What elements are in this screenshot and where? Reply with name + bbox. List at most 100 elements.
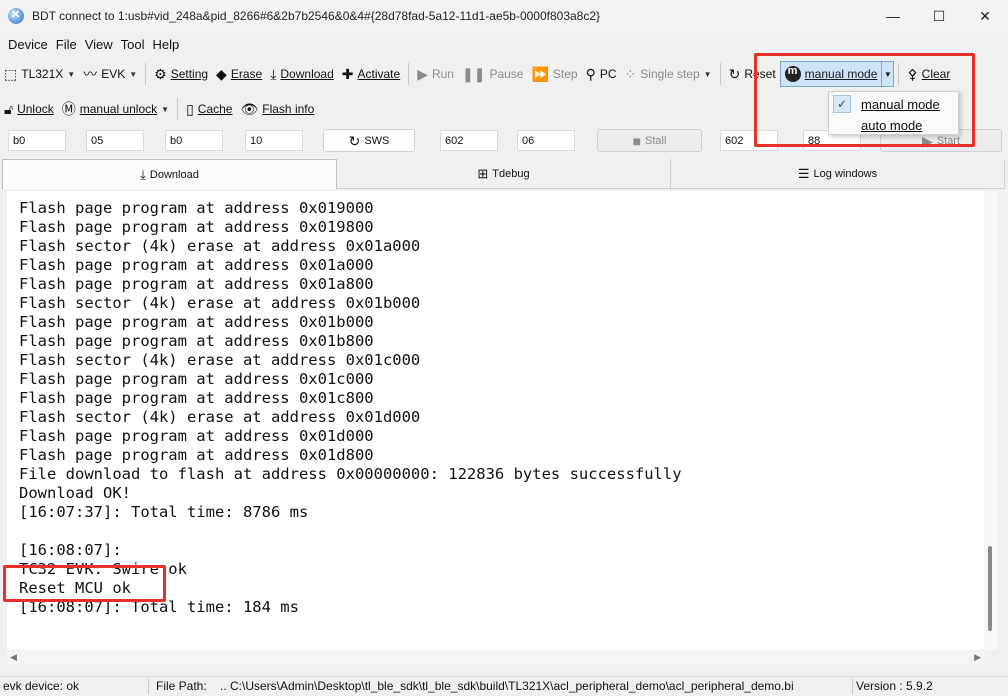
single-step-select[interactable]: ⁘ Single step ▼	[621, 61, 716, 87]
toolbar-separator	[177, 98, 179, 120]
chevron-down-icon: ▼	[129, 69, 138, 79]
eye-icon: 👁︎	[240, 101, 259, 117]
menu-view[interactable]: View	[81, 37, 117, 52]
menu-item-auto-mode[interactable]: auto mode	[829, 114, 958, 136]
activate-button[interactable]: ✚ Activate	[338, 61, 404, 87]
log-line: TC32 EVK: Swire ok	[19, 560, 187, 578]
footsteps-icon: ⁘	[624, 66, 637, 82]
log-line: Flash page program at address 0x01b000	[19, 313, 374, 331]
chip-label: TL321X	[21, 67, 64, 81]
document-icon: ▯	[186, 101, 194, 117]
scroll-right-icon[interactable]: ▶	[974, 652, 981, 663]
plus-icon: ✚	[341, 66, 354, 82]
close-button[interactable]: ✕	[962, 0, 1008, 32]
reset-button[interactable]: ↻ Reset	[725, 61, 780, 87]
stall-button[interactable]: ■ Stall	[597, 129, 702, 152]
file-path: .. C:\Users\Admin\Desktop\tl_ble_sdk\tl_…	[220, 679, 794, 693]
gear-icon: ⚙	[154, 66, 167, 82]
log-line: Flash page program at address 0x01d800	[19, 446, 374, 464]
menu-tool[interactable]: Tool	[117, 37, 149, 52]
run-label: Run	[431, 67, 454, 81]
mode-dropdown-menu: ✓ manual mode auto mode	[828, 91, 959, 135]
download-icon: ⤓	[270, 66, 277, 82]
vertical-scrollbar[interactable]	[984, 191, 997, 650]
log-line: Flash page program at address 0x01d000	[19, 427, 374, 445]
tab-download[interactable]: ⤓ Download	[2, 159, 337, 189]
check-icon: ✓	[833, 95, 851, 113]
binary-icon: ⊞	[477, 166, 489, 181]
app-logo-icon	[8, 8, 24, 24]
tab-bar: ⤓ Download ⊞ Tdebug ☰ Log windows	[2, 159, 1005, 189]
field-1[interactable]	[8, 130, 66, 151]
start-label: Start	[936, 134, 960, 147]
pause-icon: ❚❚	[461, 66, 486, 82]
tab-log-windows[interactable]: ☰ Log windows	[671, 159, 1005, 189]
mode-button[interactable]: manual mode	[779, 61, 883, 87]
tab-download-label: Download	[149, 168, 199, 181]
field-6[interactable]	[517, 130, 575, 151]
pause-button[interactable]: ❚❚ Pause	[458, 61, 528, 87]
maximize-button[interactable]: ☐	[916, 0, 962, 32]
log-line: Flash page program at address 0x01b800	[19, 332, 374, 350]
flash-info-label: Flash info	[262, 102, 315, 116]
download-icon: ⤓	[140, 167, 146, 182]
manual-mode-label: manual mode	[861, 96, 940, 112]
field-7[interactable]	[720, 130, 778, 151]
chevron-down-icon: ▼	[161, 104, 170, 114]
scrollbar-thumb[interactable]	[988, 546, 992, 631]
menu-device[interactable]: Device	[4, 37, 52, 52]
unlock-label: Unlock	[17, 102, 54, 116]
log-line: [16:08:07]: Total time: 184 ms	[19, 598, 299, 616]
lock-icon: 🔓︎	[4, 101, 14, 117]
flash-info-button[interactable]: 👁︎ Flash info	[236, 96, 318, 122]
manual-unlock-label: manual unlock	[79, 102, 158, 116]
stall-label: Stall	[645, 134, 667, 147]
mode-dropdown-toggle[interactable]: ▼	[882, 61, 895, 87]
log-line: Download OK!	[19, 484, 131, 502]
cache-button[interactable]: ▯ Cache	[182, 96, 236, 122]
toolbar-separator	[898, 63, 900, 85]
tab-tdebug[interactable]: ⊞ Tdebug	[337, 159, 671, 189]
log-output[interactable]: Flash page program at address 0x019000 F…	[7, 191, 984, 650]
sws-button[interactable]: ↻ SWS	[323, 129, 415, 152]
log-line: Flash sector (4k) erase at address 0x01b…	[19, 294, 421, 312]
step-label: Step	[552, 67, 578, 81]
title-bar: BDT connect to 1:usb#vid_248a&pid_8266#6…	[0, 0, 1008, 32]
field-3[interactable]	[165, 130, 223, 151]
toolbar-separator	[145, 63, 147, 85]
board-select[interactable]: 〰 EVK ▼	[79, 61, 141, 87]
menu-item-manual-mode[interactable]: ✓ manual mode	[829, 93, 958, 115]
field-2[interactable]	[86, 130, 144, 151]
manual-unlock-select[interactable]: Ⓜ manual unlock ▼	[58, 96, 173, 122]
erase-button[interactable]: ◆ Erase	[212, 61, 266, 87]
pc-button[interactable]: ⚲ PC	[582, 61, 621, 87]
empty-check	[833, 116, 851, 134]
field-4[interactable]	[245, 130, 303, 151]
menu-bar: Device File View Tool Help	[0, 32, 1008, 56]
scroll-left-icon[interactable]: ◀	[10, 652, 17, 663]
step-button[interactable]: ⏩ Step	[527, 61, 581, 87]
menu-help[interactable]: Help	[149, 37, 184, 52]
download-label: Download	[280, 67, 334, 81]
unlock-button[interactable]: 🔓︎ Unlock	[0, 96, 58, 122]
status-divider	[852, 679, 853, 694]
device-status: evk device: ok	[3, 679, 80, 693]
setting-button[interactable]: ⚙ Setting	[150, 61, 212, 87]
log-line: Flash sector (4k) erase at address 0x01c…	[19, 351, 421, 369]
pc-label: PC	[599, 67, 617, 81]
horizontal-scrollbar[interactable]: ◀ ▶	[7, 651, 984, 665]
field-5[interactable]	[440, 130, 498, 151]
reset-label: Reset	[744, 67, 776, 81]
chip-select[interactable]: ⬚ TL321X ▼	[0, 61, 79, 87]
run-icon: ▶	[417, 66, 428, 82]
clear-button[interactable]: ⚴ Clear	[903, 61, 954, 87]
log-line: Flash page program at address 0x01c800	[19, 389, 374, 407]
run-button[interactable]: ▶ Run	[413, 61, 458, 87]
log-line: Flash sector (4k) erase at address 0x01a…	[19, 237, 421, 255]
cache-label: Cache	[197, 102, 233, 116]
download-button[interactable]: ⤓ Download	[266, 61, 338, 87]
sws-label: SWS	[364, 134, 390, 147]
menu-file[interactable]: File	[52, 37, 81, 52]
activate-label: Activate	[357, 67, 401, 81]
minimize-button[interactable]: —	[870, 0, 916, 32]
